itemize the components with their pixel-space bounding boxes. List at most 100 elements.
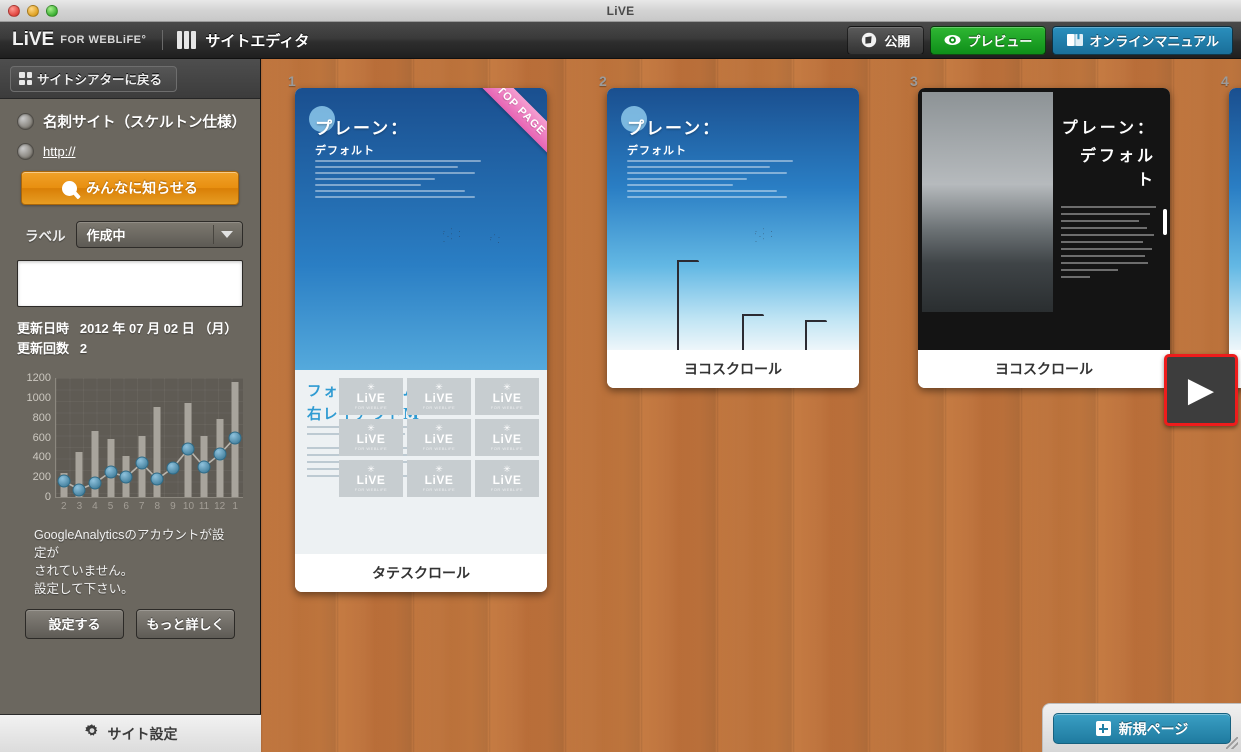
page-2-headline-1: プレーン： [627, 119, 722, 139]
chart-y-tick: 800 [32, 411, 51, 424]
page-1-caption: タテスクロール [295, 554, 547, 592]
chart-line-series [63, 436, 236, 491]
chart-data-point [228, 431, 242, 444]
photo-tile-label: LiVE [424, 390, 454, 405]
page-1-body-lines [315, 160, 482, 202]
publish-button[interactable]: 公開 [847, 25, 925, 55]
new-page-button-label: 新規ページ [1118, 720, 1189, 737]
google-analytics-notice: GoogleAnalyticsのアカウントが設定が されていません。 設定して下… [34, 526, 226, 599]
page-number-2: 2 [599, 73, 607, 89]
page-2-body-lines [627, 160, 794, 202]
update-count-label: 更新回数 [17, 340, 70, 356]
label-select[interactable]: 作成中 [75, 221, 243, 248]
photo-tile-sub: FOR WEBLiFE [490, 445, 524, 451]
page-2-headline-2: デフォルト [627, 144, 687, 157]
search-icon [62, 180, 78, 196]
next-page-arrow-button[interactable]: ▶ [1164, 354, 1238, 426]
back-to-site-theater-label: サイトシアターに戻る [37, 73, 163, 87]
page-number-4: 4 [1221, 73, 1229, 89]
back-to-site-theater-button[interactable]: サイトシアターに戻る [10, 65, 178, 92]
label-caption: ラベル [25, 228, 66, 244]
chart-y-tick: 200 [32, 471, 51, 484]
app-header: LiVE FOR WEBLiFE° サイトエディタ 公開 プレビュー オンライン… [0, 22, 1241, 59]
close-icon[interactable] [8, 5, 20, 17]
page-1-photo-grid: ✳ LiVE FOR WEBLiFE ✳ LiVE FOR WEBLiFE ✳ LiVE F… [339, 378, 539, 498]
online-manual-button[interactable]: オンラインマニュアル [1052, 25, 1233, 55]
publish-button-label: 公開 [884, 33, 911, 49]
online-manual-button-label: オンラインマニュアル [1089, 33, 1219, 49]
label-select-value: 作成中 [86, 228, 126, 243]
ga-notice-line-2: されていません。 [34, 564, 134, 579]
chart-data-point [150, 472, 164, 486]
window-titlebar: LiVE [0, 0, 1241, 22]
page-2-preview: プレーン： デフォルト · ˙ · ˙·˙ · · ˙ [607, 88, 859, 350]
page-3-headline-2: デフォルト [1079, 146, 1156, 189]
sidebar-body: 名刺サイト（スケルトン仕様） http:// みんなに知らせる ラベル 作成中 [0, 99, 260, 639]
site-url-row[interactable]: http:// [17, 143, 243, 160]
minimize-icon[interactable] [27, 5, 39, 17]
resize-grip[interactable] [1226, 737, 1238, 749]
learn-more-button[interactable]: もっと詳しく [136, 608, 235, 639]
page-3-text: プレーン： デフォルト [1053, 88, 1170, 350]
photo-tile: ✳ LiVE FOR WEBLiFE [475, 378, 539, 416]
page-thumbnail-2[interactable]: プレーン： デフォルト · ˙ · ˙·˙ · · ˙ ヨコスクロール [607, 88, 859, 388]
site-name-row: 名刺サイト（スケルトン仕様） [17, 111, 246, 132]
ga-notice-line-1: GoogleAnalyticsのアカウントが設定が [34, 528, 225, 561]
configure-button[interactable]: 設定する [25, 608, 124, 639]
new-page-button[interactable]: 新規ページ [1053, 713, 1231, 744]
site-settings-label: サイト設定 [107, 725, 178, 742]
page-1-headline: プレーン： デフォルト [315, 114, 409, 158]
notify-everyone-label: みんなに知らせる [86, 180, 198, 196]
page-thumbnail-3[interactable]: プレーン： デフォルト ヨコスクロール [918, 88, 1170, 388]
photo-tile-label: LiVE [424, 431, 454, 446]
page-3-scroll-indicator [1163, 208, 1167, 235]
notify-everyone-button[interactable]: みんなに知らせる [21, 171, 239, 205]
updated-row: 更新日時 2012 年 07 月 02 日 （月） [17, 319, 243, 339]
photo-tile-sub: FOR WEBLiFE [354, 445, 388, 451]
sparkle-icon: ✳ [503, 422, 511, 433]
window-title: LiVE [606, 3, 635, 18]
chart-data-point [72, 483, 86, 497]
page-2-caption: ヨコスクロール [607, 350, 859, 388]
photo-tile-sub: FOR WEBLiFE [490, 486, 524, 492]
page-thumbnail-4[interactable] [1229, 88, 1241, 388]
publish-icon [861, 32, 877, 48]
lamp-post-1 [677, 260, 699, 350]
photo-tile-sub: FOR WEBLiFE [422, 404, 456, 410]
preview-button[interactable]: プレビュー [930, 25, 1047, 55]
site-url-link[interactable]: http:// [43, 144, 76, 159]
pages-canvas: 1 2 3 4 プレーン： デフォルト · ˙ · ˙·˙ · · ˙ ·˙· ˙ · [261, 59, 1241, 752]
lamp-post-2 [742, 314, 764, 350]
chart-data-point [197, 460, 211, 474]
preview-button-label: プレビュー [967, 33, 1033, 49]
photo-tile-sub: FOR WEBLiFE [354, 404, 388, 410]
google-analytics-buttons: 設定する もっと詳しく [17, 608, 243, 639]
photo-tile: ✳ LiVE FOR WEBLiFE [407, 378, 471, 416]
memo-textarea[interactable] [17, 260, 243, 307]
page-3-photo [922, 92, 1054, 313]
site-settings-button[interactable]: サイト設定 [0, 714, 261, 752]
ga-notice-line-3: 設定して下さい。 [34, 582, 134, 597]
photo-tile-sub: FOR WEBLiFE [490, 404, 524, 410]
birds-decor-2: ·˙· ˙ · [490, 235, 502, 246]
page-1-headline-1: プレーン： [315, 119, 410, 139]
update-count-value: 2 [79, 340, 88, 356]
page-4-preview [1229, 88, 1241, 350]
sparkle-icon: ✳ [367, 381, 375, 392]
chart-data-point [213, 447, 227, 461]
photo-tile-label: LiVE [492, 390, 522, 405]
maximize-icon[interactable] [46, 5, 58, 17]
photo-tile-label: LiVE [492, 472, 522, 487]
update-count-row: 更新回数 2 [17, 339, 243, 359]
chart-y-tick: 0 [44, 491, 51, 503]
birds-decor: · ˙ · ˙·˙ · · ˙ [755, 229, 775, 245]
photo-tile-sub: FOR WEBLiFE [422, 445, 456, 451]
page-1-headline-2: デフォルト [315, 144, 375, 157]
chart-data-point [135, 456, 149, 470]
sidebar: サイトシアターに戻る 名刺サイト（スケルトン仕様） http:// みんなに知ら… [0, 59, 261, 752]
page-3-caption: ヨコスクロール [918, 350, 1170, 388]
chart-y-tick: 600 [32, 431, 51, 444]
updated-value: 2012 年 07 月 02 日 （月） [79, 321, 238, 336]
lamp-post-3 [805, 320, 827, 350]
window-traffic-lights[interactable] [8, 5, 58, 17]
